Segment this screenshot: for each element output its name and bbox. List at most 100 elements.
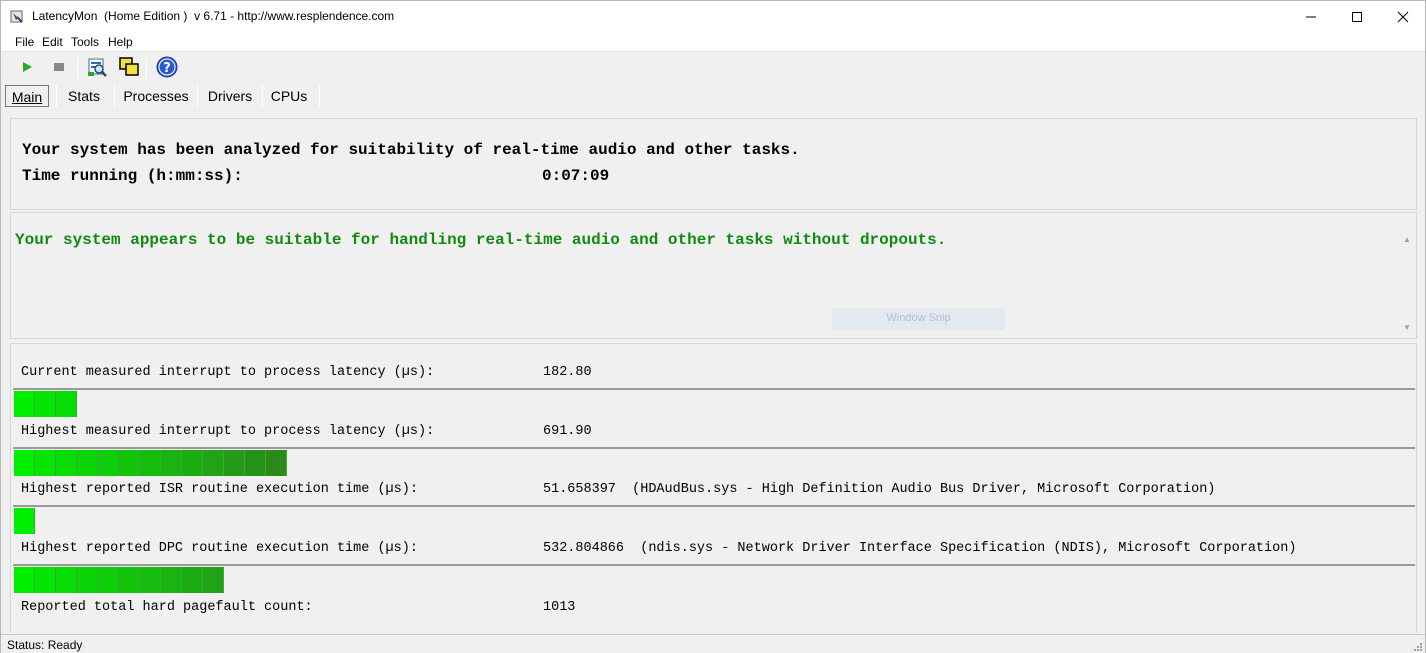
- start-button[interactable]: [15, 56, 39, 80]
- bar-segment: [245, 450, 266, 476]
- scroll-down-arrow-icon[interactable]: ▼: [1403, 323, 1411, 332]
- bar-segment: [35, 567, 56, 593]
- bar-segment: [14, 450, 35, 476]
- summary-panel: Your system has been analyzed for suitab…: [10, 118, 1417, 210]
- help-button[interactable]: ?: [155, 56, 179, 80]
- pagefault-value: 1013: [543, 600, 576, 615]
- bar-segment: [35, 450, 56, 476]
- highest-latency-value: 691.90: [543, 424, 592, 439]
- tab-strip: Main Stats Processes Drivers CPUs: [1, 83, 1425, 109]
- tab-separator: [319, 85, 320, 107]
- toolbar-separator: [146, 57, 147, 79]
- report-icon: [86, 56, 108, 81]
- tab-drivers-label: Drivers: [207, 88, 253, 104]
- dpc-time-value: 532.804866 (ndis.sys - Network Driver In…: [543, 541, 1297, 556]
- bar-segment: [161, 450, 182, 476]
- bar-segment: [266, 450, 287, 476]
- minimize-button[interactable]: [1288, 1, 1334, 32]
- verdict-text: Your system appears to be suitable for h…: [15, 231, 947, 249]
- dpc-time-label: Highest reported DPC routine execution t…: [21, 541, 418, 556]
- status-text: Status: Ready: [7, 638, 83, 652]
- time-running-value: 0:07:09: [542, 167, 610, 185]
- stop-icon: [52, 60, 66, 77]
- app-window: LatencyMon (Home Edition ) v 6.71 - http…: [0, 0, 1426, 653]
- tab-processes-label: Processes: [123, 88, 189, 104]
- tab-processes[interactable]: Processes: [120, 85, 192, 107]
- menu-bar: File Edit Tools Help: [1, 32, 1425, 52]
- current-latency-value: 182.80: [543, 365, 592, 380]
- tab-cpus[interactable]: CPUs: [267, 85, 311, 107]
- bar-segment: [98, 567, 119, 593]
- toolbar-separator: [77, 57, 78, 79]
- dpc-time-bar: [13, 564, 1415, 593]
- toolbar: ?: [1, 53, 1425, 83]
- bar-segment: [224, 450, 245, 476]
- isr-time-label: Highest reported ISR routine execution t…: [21, 482, 418, 497]
- highest-latency-bar-fill: [14, 450, 287, 476]
- tab-separator: [56, 85, 57, 107]
- resize-grip-icon[interactable]: [1413, 641, 1423, 651]
- scroll-up-arrow-icon[interactable]: ▲: [1403, 235, 1411, 244]
- window-snip-overlay: Window Snip: [832, 308, 1005, 330]
- tab-separator: [262, 85, 263, 107]
- report-button[interactable]: [85, 56, 109, 80]
- bar-segment: [35, 391, 56, 417]
- close-button[interactable]: [1380, 1, 1426, 32]
- tab-cpus-label: CPUs: [270, 88, 308, 104]
- isr-time-bar: [13, 505, 1415, 534]
- tab-stats[interactable]: Stats: [62, 85, 106, 107]
- highest-latency-label: Highest measured interrupt to process la…: [21, 424, 435, 439]
- window-title: LatencyMon (Home Edition ) v 6.71 - http…: [32, 9, 395, 23]
- menu-file[interactable]: File: [15, 35, 34, 49]
- bar-segment: [56, 450, 77, 476]
- verdict-scrollbar[interactable]: ▲ ▼: [1399, 231, 1416, 339]
- menu-help[interactable]: Help: [108, 35, 133, 49]
- bar-segment: [77, 567, 98, 593]
- tab-main[interactable]: Main: [5, 85, 49, 107]
- bar-segment: [119, 567, 140, 593]
- highest-latency-bar: [13, 447, 1415, 476]
- status-bar: Status: Ready: [1, 634, 1425, 653]
- bar-segment: [203, 567, 224, 593]
- bar-segment: [119, 450, 140, 476]
- tab-main-label: Main: [11, 89, 43, 105]
- bar-segment: [77, 450, 98, 476]
- bar-segment: [161, 567, 182, 593]
- isr-time-bar-fill: [14, 508, 35, 534]
- bar-segment: [140, 450, 161, 476]
- dpc-time-bar-fill: [14, 567, 224, 593]
- bar-segment: [98, 450, 119, 476]
- maximize-button[interactable]: [1334, 1, 1380, 32]
- bar-segment: [182, 567, 203, 593]
- menu-edit[interactable]: Edit: [42, 35, 63, 49]
- windows-icon: [118, 56, 140, 81]
- current-latency-bar-fill: [14, 391, 77, 417]
- bar-segment: [56, 567, 77, 593]
- bar-segment: [14, 508, 35, 534]
- tab-stats-label: Stats: [68, 88, 100, 104]
- metrics-panel: Current measured interrupt to process la…: [10, 343, 1417, 633]
- pagefault-label: Reported total hard pagefault count:: [21, 600, 313, 615]
- bar-segment: [182, 450, 203, 476]
- windows-button[interactable]: [117, 56, 141, 80]
- time-running-label: Time running (h:mm:ss):: [22, 167, 243, 185]
- menu-tools[interactable]: Tools: [71, 35, 99, 49]
- title-bar[interactable]: LatencyMon (Home Edition ) v 6.71 - http…: [1, 1, 1425, 32]
- svg-text:?: ?: [163, 61, 171, 76]
- current-latency-bar: [13, 388, 1415, 417]
- help-icon: ?: [156, 56, 178, 81]
- bar-segment: [56, 391, 77, 417]
- isr-time-value: 51.658397 (HDAudBus.sys - High Definitio…: [543, 482, 1216, 497]
- bar-segment: [140, 567, 161, 593]
- bar-segment: [203, 450, 224, 476]
- start-icon: [20, 60, 34, 77]
- tab-separator: [114, 85, 115, 107]
- tab-separator: [197, 85, 198, 107]
- verdict-panel: Your system appears to be suitable for h…: [10, 212, 1417, 339]
- current-latency-label: Current measured interrupt to process la…: [21, 365, 435, 380]
- stop-button[interactable]: [47, 56, 71, 80]
- tab-drivers[interactable]: Drivers: [203, 85, 257, 107]
- latencymon-app-icon: [10, 9, 25, 24]
- analyzed-text: Your system has been analyzed for suitab…: [22, 141, 800, 159]
- bar-segment: [14, 391, 35, 417]
